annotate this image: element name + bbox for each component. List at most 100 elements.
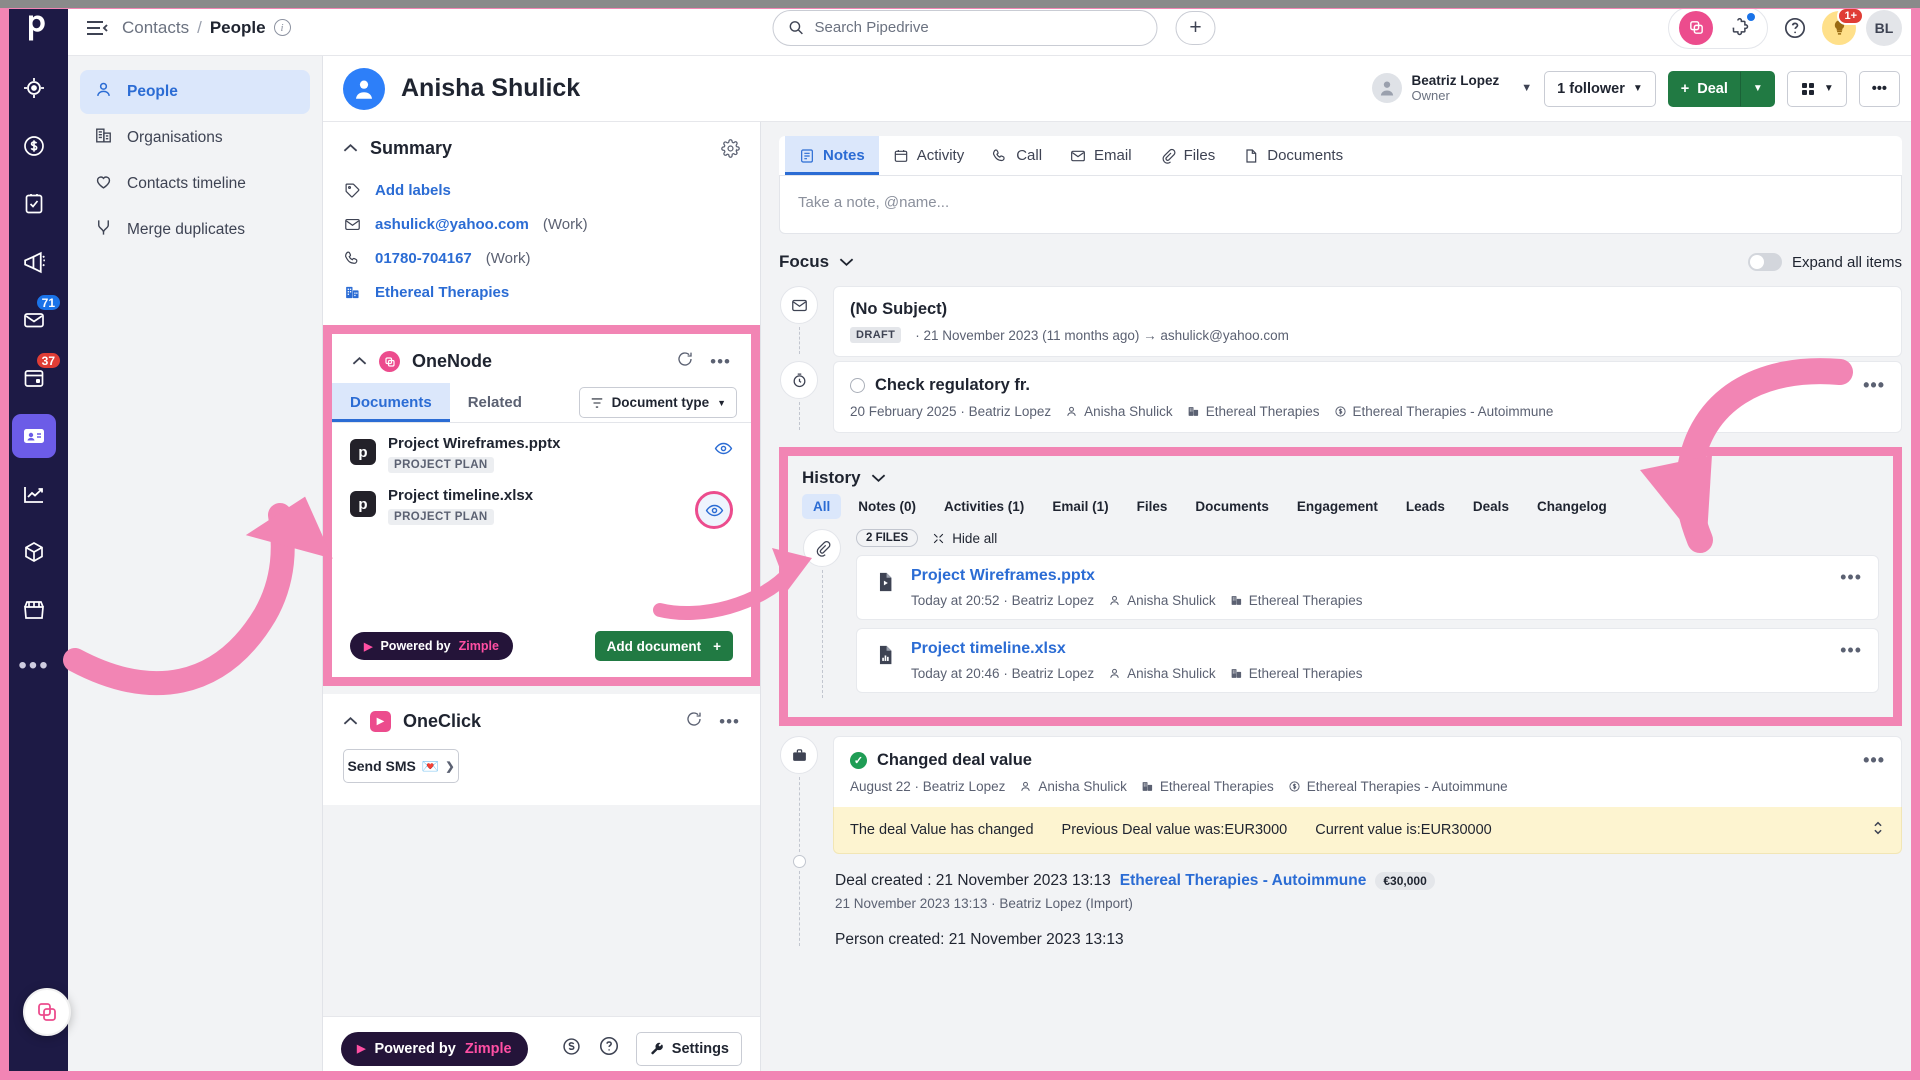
filter-documents[interactable]: Documents: [1184, 494, 1280, 519]
powered-by-zimple-footer[interactable]: ▶ Powered by Zimple: [341, 1031, 528, 1066]
add-deal-dropdown[interactable]: ▼: [1740, 70, 1775, 107]
sidebar-item-people[interactable]: People: [80, 70, 310, 114]
add-deal-button[interactable]: + Deal: [1667, 70, 1741, 107]
file-name-link[interactable]: Project timeline.xlsx: [911, 640, 1826, 658]
rail-item-insights[interactable]: [12, 472, 56, 516]
rail-item-mail[interactable]: 71: [12, 293, 62, 342]
note-input[interactable]: Take a note, @name...: [779, 176, 1902, 234]
organisation-link[interactable]: Ethereal Therapies: [375, 284, 509, 301]
rail-item-marketplace[interactable]: [12, 588, 56, 632]
send-sms-button[interactable]: Send SMS 💌 ❯: [343, 749, 459, 783]
rail-item-products[interactable]: [12, 530, 56, 574]
expand-collapse-icon[interactable]: [1871, 820, 1885, 840]
refresh-icon[interactable]: [676, 350, 694, 373]
deal-change-org[interactable]: Ethereal Therapies: [1141, 779, 1274, 794]
activity-org[interactable]: Ethereal Therapies: [1187, 404, 1320, 419]
preview-icon[interactable]: [714, 439, 733, 463]
filter-activities[interactable]: Activities (1): [933, 494, 1035, 519]
refresh-icon[interactable]: [685, 710, 703, 733]
currency-icon[interactable]: [561, 1036, 582, 1062]
extensions-icon[interactable]: [1723, 11, 1757, 45]
document-type-filter[interactable]: Document type ▼: [578, 387, 737, 418]
phone-link[interactable]: 01780-704167: [375, 250, 472, 267]
expand-all-items[interactable]: Expand all items: [1747, 253, 1902, 271]
filter-engagement[interactable]: Engagement: [1286, 494, 1389, 519]
summary-row-email[interactable]: ashulick@yahoo.com (Work): [343, 207, 740, 241]
breadcrumb-people[interactable]: People: [210, 18, 266, 38]
layout-toggle-button[interactable]: ▼: [1786, 70, 1847, 107]
collapse-menu-icon[interactable]: [86, 19, 108, 37]
history-file-row[interactable]: Project Wireframes.pptx Today at 20:52 ·…: [856, 555, 1879, 620]
deal-created-link[interactable]: Ethereal Therapies - Autoimmune: [1120, 872, 1367, 890]
file-org[interactable]: Ethereal Therapies: [1230, 666, 1363, 681]
powered-by-zimple-badge[interactable]: ▶ Powered by Zimple: [350, 632, 513, 660]
more-options-button[interactable]: •••: [1858, 70, 1900, 107]
owner-chip[interactable]: Beatriz Lopez Owner ▼: [1371, 73, 1532, 104]
rail-item-campaigns[interactable]: [12, 240, 56, 284]
rail-item-deals[interactable]: [12, 124, 56, 168]
add-new-button[interactable]: +: [1175, 10, 1216, 45]
filter-deals[interactable]: Deals: [1462, 494, 1520, 519]
summary-row-labels[interactable]: Add labels: [343, 173, 740, 207]
add-document-button[interactable]: Add document +: [594, 631, 733, 661]
sidebar-item-contacts-timeline[interactable]: Contacts timeline: [80, 162, 310, 206]
activity-deal[interactable]: Ethereal Therapies - Autoimmune: [1334, 404, 1553, 419]
breadcrumb-contacts[interactable]: Contacts: [122, 18, 189, 38]
tab-activity[interactable]: Activity: [879, 136, 979, 175]
document-name[interactable]: Project timeline.xlsx: [388, 487, 533, 504]
info-icon[interactable]: i: [273, 19, 291, 36]
tab-related[interactable]: Related: [450, 383, 540, 422]
chevron-up-icon[interactable]: [352, 353, 367, 370]
filter-notes[interactable]: Notes (0): [847, 494, 927, 519]
file-more-icon[interactable]: •••: [1840, 567, 1862, 588]
email-link[interactable]: ashulick@yahoo.com: [375, 216, 529, 233]
deal-change-more-icon[interactable]: •••: [1863, 750, 1885, 771]
rail-item-leads[interactable]: [12, 66, 56, 110]
activity-person[interactable]: Anisha Shulick: [1065, 404, 1173, 419]
activity-checkbox[interactable]: [850, 378, 865, 393]
file-person[interactable]: Anisha Shulick: [1108, 593, 1216, 608]
file-more-icon[interactable]: •••: [1840, 640, 1862, 661]
history-file-row[interactable]: Project timeline.xlsx Today at 20:46 · B…: [856, 628, 1879, 693]
filter-email[interactable]: Email (1): [1041, 494, 1119, 519]
tab-documents[interactable]: Documents: [1229, 136, 1357, 175]
list-item[interactable]: p Project Wireframes.pptx PROJECT PLAN: [350, 435, 733, 473]
filter-leads[interactable]: Leads: [1395, 494, 1456, 519]
help-icon[interactable]: [1778, 11, 1812, 45]
tab-call[interactable]: Call: [978, 136, 1056, 175]
zimple-app-icon[interactable]: [1679, 10, 1713, 45]
chevron-down-icon[interactable]: [839, 252, 854, 272]
filter-changelog[interactable]: Changelog: [1526, 494, 1618, 519]
settings-button[interactable]: Settings: [635, 1031, 742, 1066]
file-name-link[interactable]: Project Wireframes.pptx: [911, 567, 1826, 585]
help-circle-icon[interactable]: [598, 1035, 620, 1062]
expand-all-toggle[interactable]: [1747, 253, 1782, 271]
whats-new-icon[interactable]: 1+: [1822, 6, 1864, 45]
chevron-up-icon[interactable]: [343, 713, 358, 730]
summary-row-org[interactable]: Ethereal Therapies: [343, 275, 740, 309]
oneclick-more-icon[interactable]: •••: [719, 712, 740, 732]
preview-icon-highlighted[interactable]: [695, 491, 733, 529]
hide-all-button[interactable]: Hide all: [932, 531, 997, 546]
search-input[interactable]: Search Pipedrive: [772, 9, 1158, 46]
add-labels-link[interactable]: Add labels: [375, 182, 451, 199]
summary-row-phone[interactable]: 01780-704167 (Work): [343, 241, 740, 275]
rail-item-contacts[interactable]: [12, 414, 56, 458]
deal-change-card[interactable]: ✓ Changed deal value ••• August 22 · Bea…: [833, 736, 1902, 807]
chevron-down-icon[interactable]: [871, 468, 886, 488]
focus-card[interactable]: Check regulatory fr. ••• 20 February 202…: [833, 361, 1902, 433]
file-org[interactable]: Ethereal Therapies: [1230, 593, 1363, 608]
tab-notes[interactable]: Notes: [785, 136, 879, 175]
document-name[interactable]: Project Wireframes.pptx: [388, 435, 560, 452]
summary-settings-icon[interactable]: [721, 139, 740, 158]
chevron-up-icon[interactable]: [343, 140, 358, 157]
user-avatar[interactable]: BL: [1866, 9, 1902, 46]
tab-email[interactable]: Email: [1056, 136, 1146, 175]
file-person[interactable]: Anisha Shulick: [1108, 666, 1216, 681]
deal-change-person[interactable]: Anisha Shulick: [1019, 779, 1127, 794]
rail-more-icon[interactable]: •••: [18, 652, 49, 680]
rail-item-calendar[interactable]: 37: [12, 351, 62, 400]
list-item[interactable]: p Project timeline.xlsx PROJECT PLAN: [350, 487, 733, 529]
activity-more-icon[interactable]: •••: [1863, 375, 1885, 396]
onenode-more-icon[interactable]: •••: [710, 352, 731, 372]
